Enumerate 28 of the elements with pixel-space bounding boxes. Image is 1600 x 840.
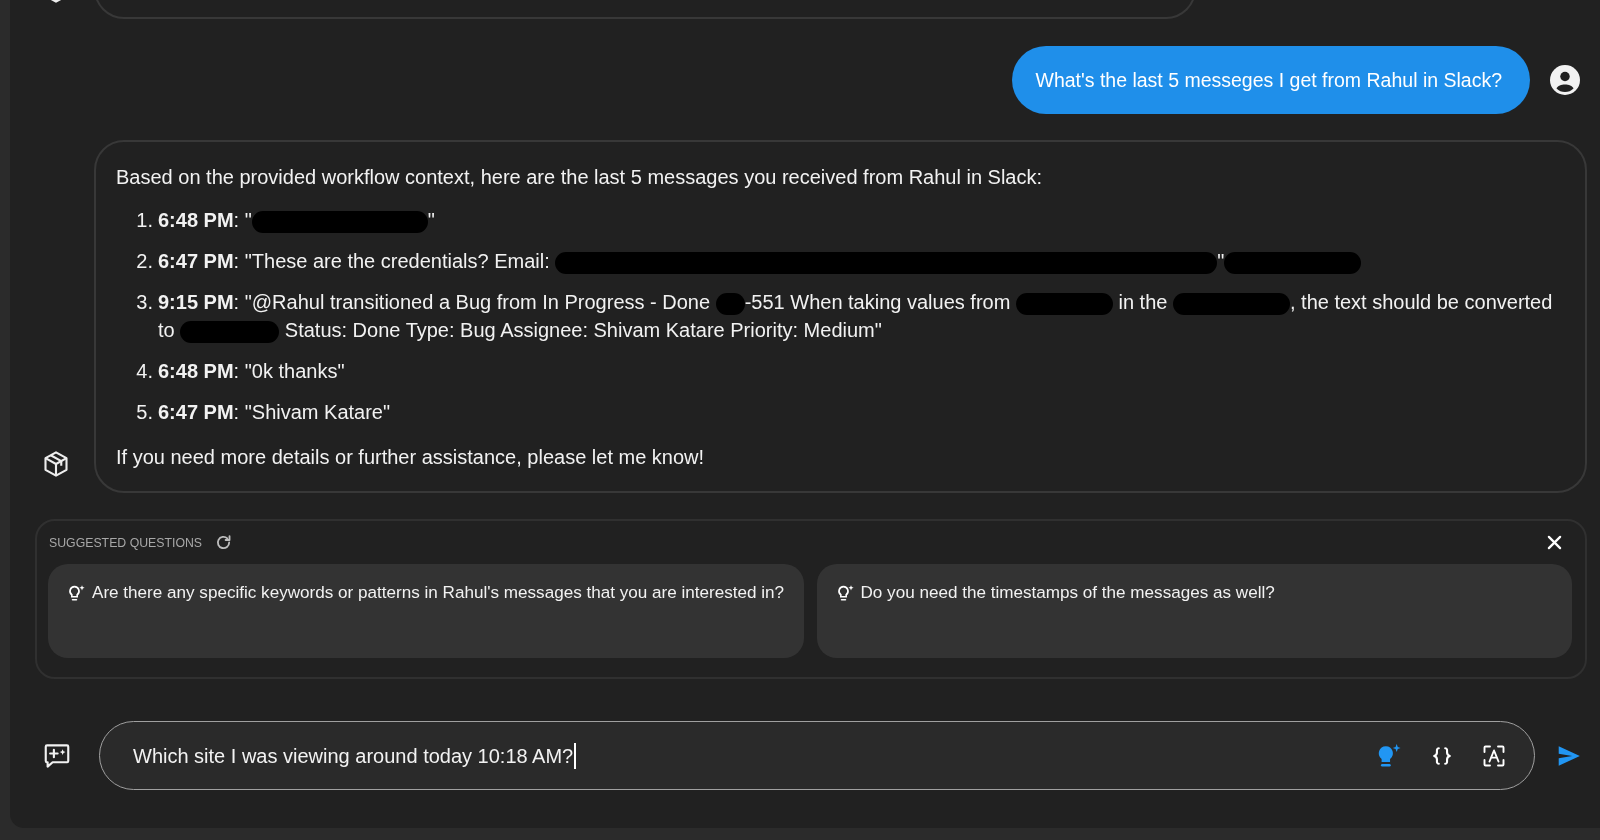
text-scan-icon[interactable] [1482,743,1506,768]
list-number: 2. [135,249,153,274]
lightbulb-icon [835,584,854,602]
suggested-question-card[interactable]: Are there any specific keywords or patterns in Rahul's messages that you are interested in? [48,564,804,658]
close-icon[interactable] [1547,535,1562,550]
suggested-questions-title: SUGGESTED QUESTIONS [49,535,203,550]
list-number: 4. [135,359,153,384]
message-item-text: 9:15 PM: "@Rahul transitioned a Bug from In Progress - Done -551 When taking values from in the , the text should be converted to Status: Done Type: Bug Assignee: Shivam Katare Priority: Medium" [158,290,1554,344]
message-input-field[interactable]: Which site I was viewing around today 10:18 AM? [99,721,1535,790]
message-closing-text: If you need more details or further assistance, please let me know! [116,445,706,470]
message-intro-text: Based on the provided workflow context, here are the last 5 messages you received from Rahul in Slack: [116,165,1044,190]
user-message-bubble: What's the last 5 messeges I get from Rahul in Slack? [1012,46,1530,114]
lightbulb-icon [67,584,85,602]
suggested-question-card[interactable]: Do you need the timestamps of the messages as well? [816,564,1572,658]
list-number: 1. [135,208,153,233]
list-number: 5. [135,400,153,425]
suggested-question-text: Do you need the timestamps of the messages as well? [860,582,1275,604]
user-avatar-icon [1550,65,1580,95]
input-value-text: Which site I was viewing around today 10:18 AM? [133,742,577,769]
braces-icon[interactable] [1431,744,1453,767]
message-item-text: 6:48 PM: " " [158,208,435,234]
message-item-text: 6:48 PM: "0k thanks" [158,359,345,384]
cube-icon [42,450,70,478]
message-item-text: 6:47 PM: "Shivam Katare" [158,400,391,425]
suggested-question-text: Are there any specific keywords or patterns in Rahul's messages that you are interested in? [92,582,785,604]
message-item-text: 6:47 PM: "These are the credentials? Email: " [158,247,1362,275]
list-number: 3. [135,290,153,315]
refresh-icon[interactable] [215,534,233,551]
